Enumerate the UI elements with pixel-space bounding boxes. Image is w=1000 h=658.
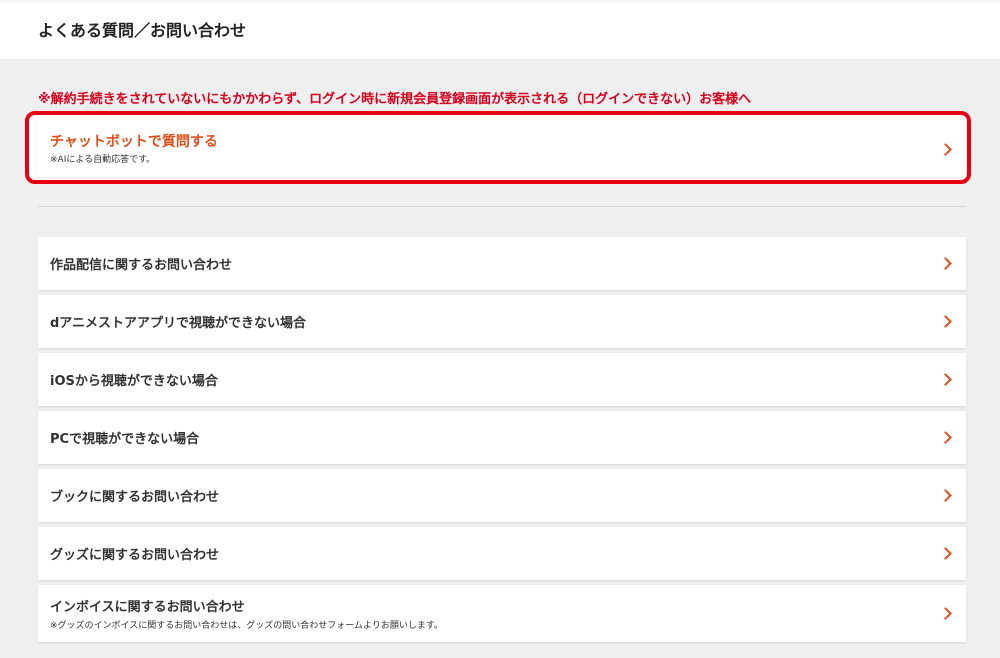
chatbot-label: チャットボットで質問する xyxy=(50,134,218,150)
chatbot-sublabel: ※AIによる自動応答です。 xyxy=(50,155,156,165)
faq-item-label: iOSから視聴ができない場合 xyxy=(50,374,218,389)
chevron-right-icon xyxy=(939,373,952,386)
faq-item-label: インボイスに関するお問い合わせ xyxy=(50,600,245,615)
faq-item-content-delivery[interactable]: 作品配信に関するお問い合わせ xyxy=(38,237,966,290)
chevron-right-icon xyxy=(939,547,952,560)
chevron-right-icon xyxy=(939,143,952,156)
login-notice-link[interactable]: ※解約手続きをされていないにもかかわらず、ログイン時に新規会員登録画面が表示され… xyxy=(38,88,751,107)
faq-item-book[interactable]: ブックに関するお問い合わせ xyxy=(38,469,966,522)
chevron-right-icon xyxy=(939,257,952,270)
faq-item-label: 作品配信に関するお問い合わせ xyxy=(50,258,233,273)
chevron-right-icon xyxy=(939,489,952,502)
faq-item-label: dアニメストアアプリで視聴ができない場合 xyxy=(50,316,307,331)
faq-item-ios-viewing[interactable]: iOSから視聴ができない場合 xyxy=(38,353,966,406)
page-header: よくある質問／お問い合わせ xyxy=(0,3,1000,59)
section-divider xyxy=(38,206,966,207)
chevron-right-icon xyxy=(939,431,952,444)
page-title: よくある質問／お問い合わせ xyxy=(38,21,247,40)
faq-item-invoice[interactable]: インボイスに関するお問い合わせ ※グッズのインボイスに関するお問い合わせは、グッ… xyxy=(38,585,966,642)
faq-item-label: PCで視聴ができない場合 xyxy=(50,432,200,447)
chatbot-button[interactable]: チャットボットで質問する ※AIによる自動応答です。 xyxy=(37,120,966,177)
faq-item-pc-viewing[interactable]: PCで視聴ができない場合 xyxy=(38,411,966,464)
chevron-right-icon xyxy=(939,315,952,328)
faq-item-label: グッズに関するお問い合わせ xyxy=(50,548,220,563)
faq-item-app-viewing[interactable]: dアニメストアアプリで視聴ができない場合 xyxy=(38,295,966,348)
faq-item-goods[interactable]: グッズに関するお問い合わせ xyxy=(38,527,966,580)
faq-item-sublabel: ※グッズのインボイスに関するお問い合わせは、グッズの問い合わせフォームよりお願い… xyxy=(50,621,443,631)
chevron-right-icon xyxy=(939,607,952,620)
faq-item-label: ブックに関するお問い合わせ xyxy=(50,490,220,505)
